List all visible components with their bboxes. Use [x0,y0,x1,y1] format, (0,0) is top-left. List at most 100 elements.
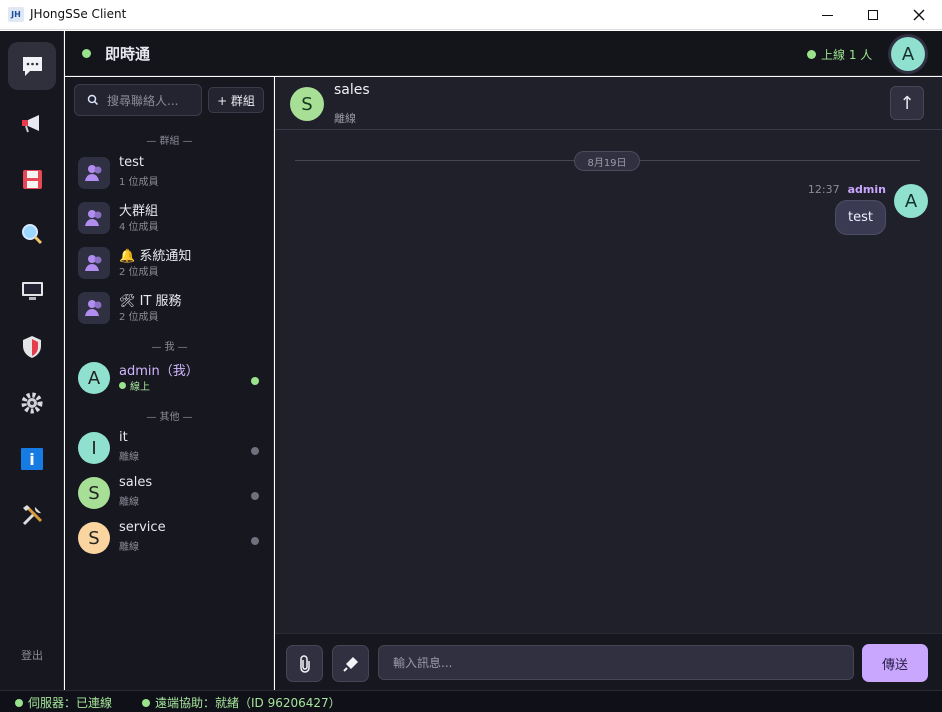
group-name: 🛠 IT 服務 [119,294,182,309]
message-sender-avatar: A [894,184,928,218]
maximize-button[interactable] [850,0,896,30]
current-user-avatar[interactable]: A [891,37,925,71]
online-count-text: 上線 1 人 [821,48,873,62]
scroll-up-button[interactable]: ↑ [890,86,924,120]
app-header: 即時通 上線 1 人 A [65,31,942,76]
group-member-count: 2 位成員 [119,267,159,278]
chat-nav-button[interactable] [8,42,56,90]
chat-contact-status: 離線 [334,112,356,125]
my-status-text: 線上 [130,382,150,393]
announcements-nav-button[interactable] [8,99,56,147]
maximize-icon [868,10,878,20]
save-nav-button[interactable] [8,155,56,203]
search-icon [87,94,99,106]
info-nav-button[interactable]: i [8,435,56,483]
contact-row[interactable]: S sales 離線 [78,475,268,513]
contact-status: 離線 [119,497,139,508]
message-bubble[interactable]: test [835,200,886,235]
search-nav-button[interactable] [8,210,56,258]
server-status-dot [15,698,23,707]
contact-status: 離線 [119,542,139,553]
close-button[interactable] [896,0,942,30]
tools-icon [22,504,42,525]
send-button[interactable]: 傳送 [862,644,928,682]
group-member-count: 4 位成員 [119,222,159,233]
chat-contact-avatar: S [290,87,324,121]
group-row[interactable]: test 1 位成員 [78,155,268,193]
new-group-button[interactable]: + 群組 [208,87,264,113]
message-meta: 12:37 admin [808,183,886,196]
remote-assist-text: 遠端協助：就緒（ID 96206427） [155,696,341,710]
online-count: 上線 1 人 [807,46,872,63]
server-status: 伺服器：已連線 [15,694,112,711]
security-nav-button[interactable] [8,323,56,371]
group-section-label: — 群組 — [146,136,193,147]
contact-row[interactable]: S service 離線 [78,520,268,558]
title-bar: JH JHongSSe Client [0,0,942,30]
group-row[interactable]: 大群組 4 位成員 [78,200,268,238]
microphone-icon [342,656,358,672]
save-icon [22,169,42,189]
message-composer: 輸入訊息... 傳送 [275,633,942,690]
connection-status-dot [82,49,91,58]
contact-avatar: S [78,477,110,509]
paperclip-icon [299,654,310,673]
group-member-count: 2 位成員 [119,312,159,323]
logout-button[interactable]: 登出 [0,647,64,663]
shield-icon [23,336,41,358]
group-avatar [78,157,110,189]
my-avatar: A [78,362,110,394]
remote-assist-dot [142,698,150,707]
contact-row[interactable]: I it 離線 [78,430,268,468]
offline-status-dot [251,492,259,500]
search-placeholder: 搜尋聯絡人... [107,93,179,108]
status-bar: 伺服器：已連線 遠端協助：就緒（ID 96206427） [0,690,942,712]
contact-status: 離線 [119,452,139,463]
voice-message-button[interactable] [332,645,369,682]
monitor-icon [21,282,43,300]
attach-file-button[interactable] [286,645,323,682]
my-status: 線上 [119,378,150,393]
offline-status-dot [251,447,259,455]
contact-search-input[interactable]: 搜尋聯絡人... [74,84,202,116]
group-row[interactable]: 🔔 系統通知 2 位成員 [78,245,268,283]
screen-nav-button[interactable] [8,267,56,315]
group-member-count: 1 位成員 [119,177,159,188]
chat-client-window: JH JHongSSe Client i 登出 即時通 上線 1 人 A 搜尋聯… [0,0,942,712]
online-dot-icon [119,382,126,389]
online-dot-icon [807,50,816,59]
server-status-text: 伺服器：已連線 [28,696,113,710]
me-section-label: — 我 — [151,342,188,353]
message-time: 12:37 [807,183,840,196]
contact-avatar: I [78,432,110,464]
search-icon [22,224,43,245]
online-status-dot [251,377,259,385]
people-icon [85,165,102,181]
group-name: 大群組 [119,204,159,219]
gear-icon [21,392,43,414]
my-contact-row[interactable]: A admin（我） 線上 [78,360,268,398]
contact-name: service [119,520,166,535]
chat-icon [22,56,42,76]
message-input[interactable]: 輸入訊息... [378,645,854,680]
group-avatar [78,202,110,234]
tools-nav-button[interactable] [8,491,56,539]
group-row[interactable]: 🛠 IT 服務 2 位成員 [78,290,268,328]
contact-list-panel: 搜尋聯絡人... + 群組 — 群組 — test 1 位成員 大群組 4 位成… [65,77,274,690]
contact-name: it [119,430,128,445]
people-icon [85,300,102,316]
group-name: 🔔 系統通知 [119,249,192,264]
app-logo-icon: JH [8,7,24,22]
group-name: test [119,155,144,170]
group-avatar [78,247,110,279]
chat-header: S sales 離線 ↑ [275,77,942,130]
settings-nav-button[interactable] [8,379,56,427]
minimize-icon [821,14,833,16]
info-icon: i [21,448,43,470]
group-avatar [78,292,110,324]
megaphone-icon [22,115,39,133]
minimize-button[interactable] [804,0,850,30]
remote-assist-status: 遠端協助：就緒（ID 96206427） [142,694,341,711]
message-sender: admin [847,183,886,196]
close-icon [913,9,925,21]
